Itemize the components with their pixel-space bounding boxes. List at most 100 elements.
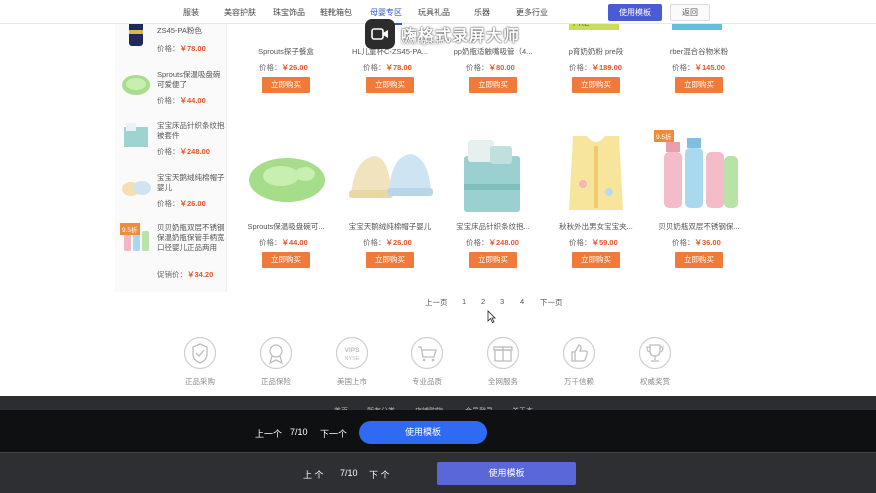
next-template-button[interactable]: 下 个 [369, 468, 390, 481]
sidebar-item-name: 宝宝天鹅绒纯棉帽子婴儿 [157, 173, 225, 192]
product-price: 价格：￥44.00 [259, 238, 308, 247]
product-image-hats [349, 154, 433, 198]
buy-now-button[interactable]: 立即购买 [366, 77, 414, 93]
product-image-bottles [664, 138, 738, 208]
recorder-watermark: 嗨格式录屏大师 www.hgs.com [365, 19, 520, 49]
vip-mark: VIPS [345, 347, 360, 354]
buy-now-button[interactable]: 立即购买 [572, 252, 620, 268]
pagination-page-3[interactable]: 3 [500, 297, 504, 306]
buy-now-button[interactable]: 立即购买 [675, 77, 723, 93]
feature-trusted: 万千信赖 [557, 336, 601, 387]
product-image-bedding [464, 140, 520, 212]
nav-item-toys-gifts[interactable]: 玩具礼品 [418, 7, 450, 18]
sidebar-item-price: 促销价：￥34.20 [157, 270, 214, 279]
feature-professional-selection: 专业品质 [405, 336, 449, 387]
product-thumb-bedding [124, 123, 148, 147]
feature-genuine-insurance: 正品保险 [254, 336, 298, 387]
pagination-page-1[interactable]: 1 [462, 297, 466, 306]
sidebar-item-name: 贝贝奶瓶双层不锈钢保温奶瓶保管手柄宽口径婴儿正品两用 [157, 223, 225, 252]
page: 服装 美容护肤 珠宝饰品 鞋靴箱包 母婴专区 玩具礼品 乐器 更多行业 使用模板… [0, 0, 876, 493]
prev-template-button[interactable]: 上 个 [303, 468, 324, 481]
product-title: Sprouts探子餐盒 [258, 47, 314, 56]
sidebar-item-name: Sprouts保温吸盘碗可爱便了 [157, 70, 221, 89]
feature-network-service: 全网服务 [481, 336, 525, 387]
nav-item-jewelry[interactable]: 珠宝饰品 [273, 7, 305, 18]
sidebar-item[interactable]: 宝宝床品针织条纹抱被套件 价格：￥248.00 [120, 119, 225, 159]
sidebar-item[interactable]: 9.5折 贝贝奶瓶双层不锈钢保温奶瓶保管手柄宽口径婴儿正品两用 促销价：￥34.… [120, 223, 225, 283]
feature-label: 万千信赖 [564, 377, 594, 386]
pagination-page-4[interactable]: 4 [520, 297, 524, 306]
video-camera-icon [365, 19, 395, 49]
sidebar-recommendations: ZS45-PA粉色 价格：￥78.00 Sprouts保温吸盘碗可爱便了 价格：… [115, 20, 227, 292]
feature-label: 专业品质 [412, 377, 442, 386]
next-template-button[interactable]: 下一个 [320, 427, 347, 440]
prev-template-button[interactable]: 上一个 [255, 427, 282, 440]
gift-box-icon [486, 336, 520, 370]
use-template-button[interactable]: 使用模板 [608, 4, 662, 21]
buy-now-button[interactable]: 立即购买 [469, 77, 517, 93]
template-counter: 7/10 [290, 427, 308, 437]
buy-now-button[interactable]: 立即购买 [262, 77, 310, 93]
product-card[interactable]: 9.5折 贝贝奶瓶双层不锈钢保... 价格：￥36.00 立即购买 [654, 130, 744, 270]
discount-badge: 9.5折 [654, 130, 674, 142]
template-counter: 7/10 [340, 468, 358, 478]
feature-label: 权威奖赏 [640, 377, 670, 386]
product-title: Sprouts保温吸盘碗可... [247, 222, 325, 231]
feature-genuine-purchase: 正品采购 [178, 336, 222, 387]
buy-now-button[interactable]: 立即购买 [262, 252, 310, 268]
product-title: p育奶奶粉 pre段 [568, 47, 624, 56]
product-title: rber混合谷物米粉 [669, 47, 729, 56]
product-card[interactable]: 宝宝天鹅绒纯棉帽子婴儿 价格：￥26.00 立即购买 [345, 130, 435, 270]
mouse-cursor-icon [487, 310, 496, 323]
thumbs-up-icon [562, 336, 596, 370]
buy-now-button[interactable]: 立即购买 [469, 252, 517, 268]
product-card[interactable]: 宝宝床品针织条纹抱... 价格：￥248.00 立即购买 [448, 130, 538, 270]
pagination-next[interactable]: 下一页 [540, 297, 563, 308]
product-image-bowl [249, 158, 325, 202]
product-price: 价格：￥80.00 [466, 63, 515, 72]
template-viewer-bar: 上一个 7/10 下一个 使用模板 [0, 410, 876, 452]
sidebar-item[interactable]: Sprouts保温吸盘碗可爱便了 价格：￥44.00 [120, 68, 224, 108]
template-viewer-bar-secondary: 上 个 7/10 下 个 使用模板 [0, 452, 876, 493]
sidebar-item-name: ZS45-PA粉色 [157, 26, 202, 35]
nyse-mark: NYSE [345, 356, 360, 362]
nav-item-instruments[interactable]: 乐器 [474, 7, 490, 18]
use-template-button[interactable]: 使用模板 [437, 462, 576, 485]
buy-now-button[interactable]: 立即购买 [572, 77, 620, 93]
sidebar-item-price: 价格：￥26.00 [157, 199, 206, 208]
use-template-button[interactable]: 使用模板 [359, 421, 487, 444]
nav-item-mother-baby[interactable]: 母婴专区 [370, 7, 402, 25]
back-button[interactable]: 返回 [670, 4, 710, 21]
product-image-vest [569, 136, 623, 210]
product-card[interactable]: Sprouts保温吸盘碗可... 价格：￥44.00 立即购买 [241, 130, 331, 270]
pagination-prev[interactable]: 上一页 [425, 297, 448, 308]
sidebar-item-price: 价格：￥78.00 [157, 44, 206, 53]
nav-item-more-industries[interactable]: 更多行业 [516, 7, 548, 18]
buy-now-button[interactable]: 立即购买 [675, 252, 723, 268]
product-price: 价格：￥248.00 [466, 238, 519, 247]
shield-check-icon [183, 336, 217, 370]
nav-item-beauty[interactable]: 美容护肤 [224, 7, 256, 18]
product-price: 价格：￥26.00 [363, 238, 412, 247]
discount-badge: 9.5折 [120, 223, 140, 235]
sidebar-item-price: 价格：￥248.00 [157, 147, 210, 156]
vip-nyse-icon: VIPS NYSE [335, 336, 369, 370]
product-title: 秋秋外出男女宝宝夹... [559, 222, 633, 231]
buy-now-button[interactable]: 立即购买 [366, 252, 414, 268]
nav-item-shoes-bags[interactable]: 鞋靴箱包 [320, 7, 352, 18]
nav-item-clothing[interactable]: 服装 [183, 7, 199, 18]
product-thumb-hats [122, 181, 151, 196]
feature-label: 正品保险 [261, 377, 291, 386]
feature-label: 美国上市 [337, 377, 367, 386]
watermark-url: www.hgs.com [401, 39, 445, 46]
product-thumb-bowl [122, 75, 150, 95]
product-card[interactable]: 秋秋外出男女宝宝夹... 价格：￥59.00 立即购买 [551, 130, 641, 270]
product-price: 价格：￥59.00 [569, 238, 618, 247]
product-price: 价格：￥36.00 [672, 238, 721, 247]
sidebar-item[interactable]: 宝宝天鹅绒纯棉帽子婴儿 价格：￥26.00 [120, 171, 225, 211]
sidebar-item-name: 宝宝床品针织条纹抱被套件 [157, 121, 225, 140]
pagination-page-2[interactable]: 2 [481, 297, 485, 306]
product-title: 宝宝床品针织条纹抱... [456, 222, 530, 231]
product-title: 宝宝天鹅绒纯棉帽子婴儿 [348, 222, 432, 231]
feature-authority-award: 权威奖赏 [633, 336, 677, 387]
